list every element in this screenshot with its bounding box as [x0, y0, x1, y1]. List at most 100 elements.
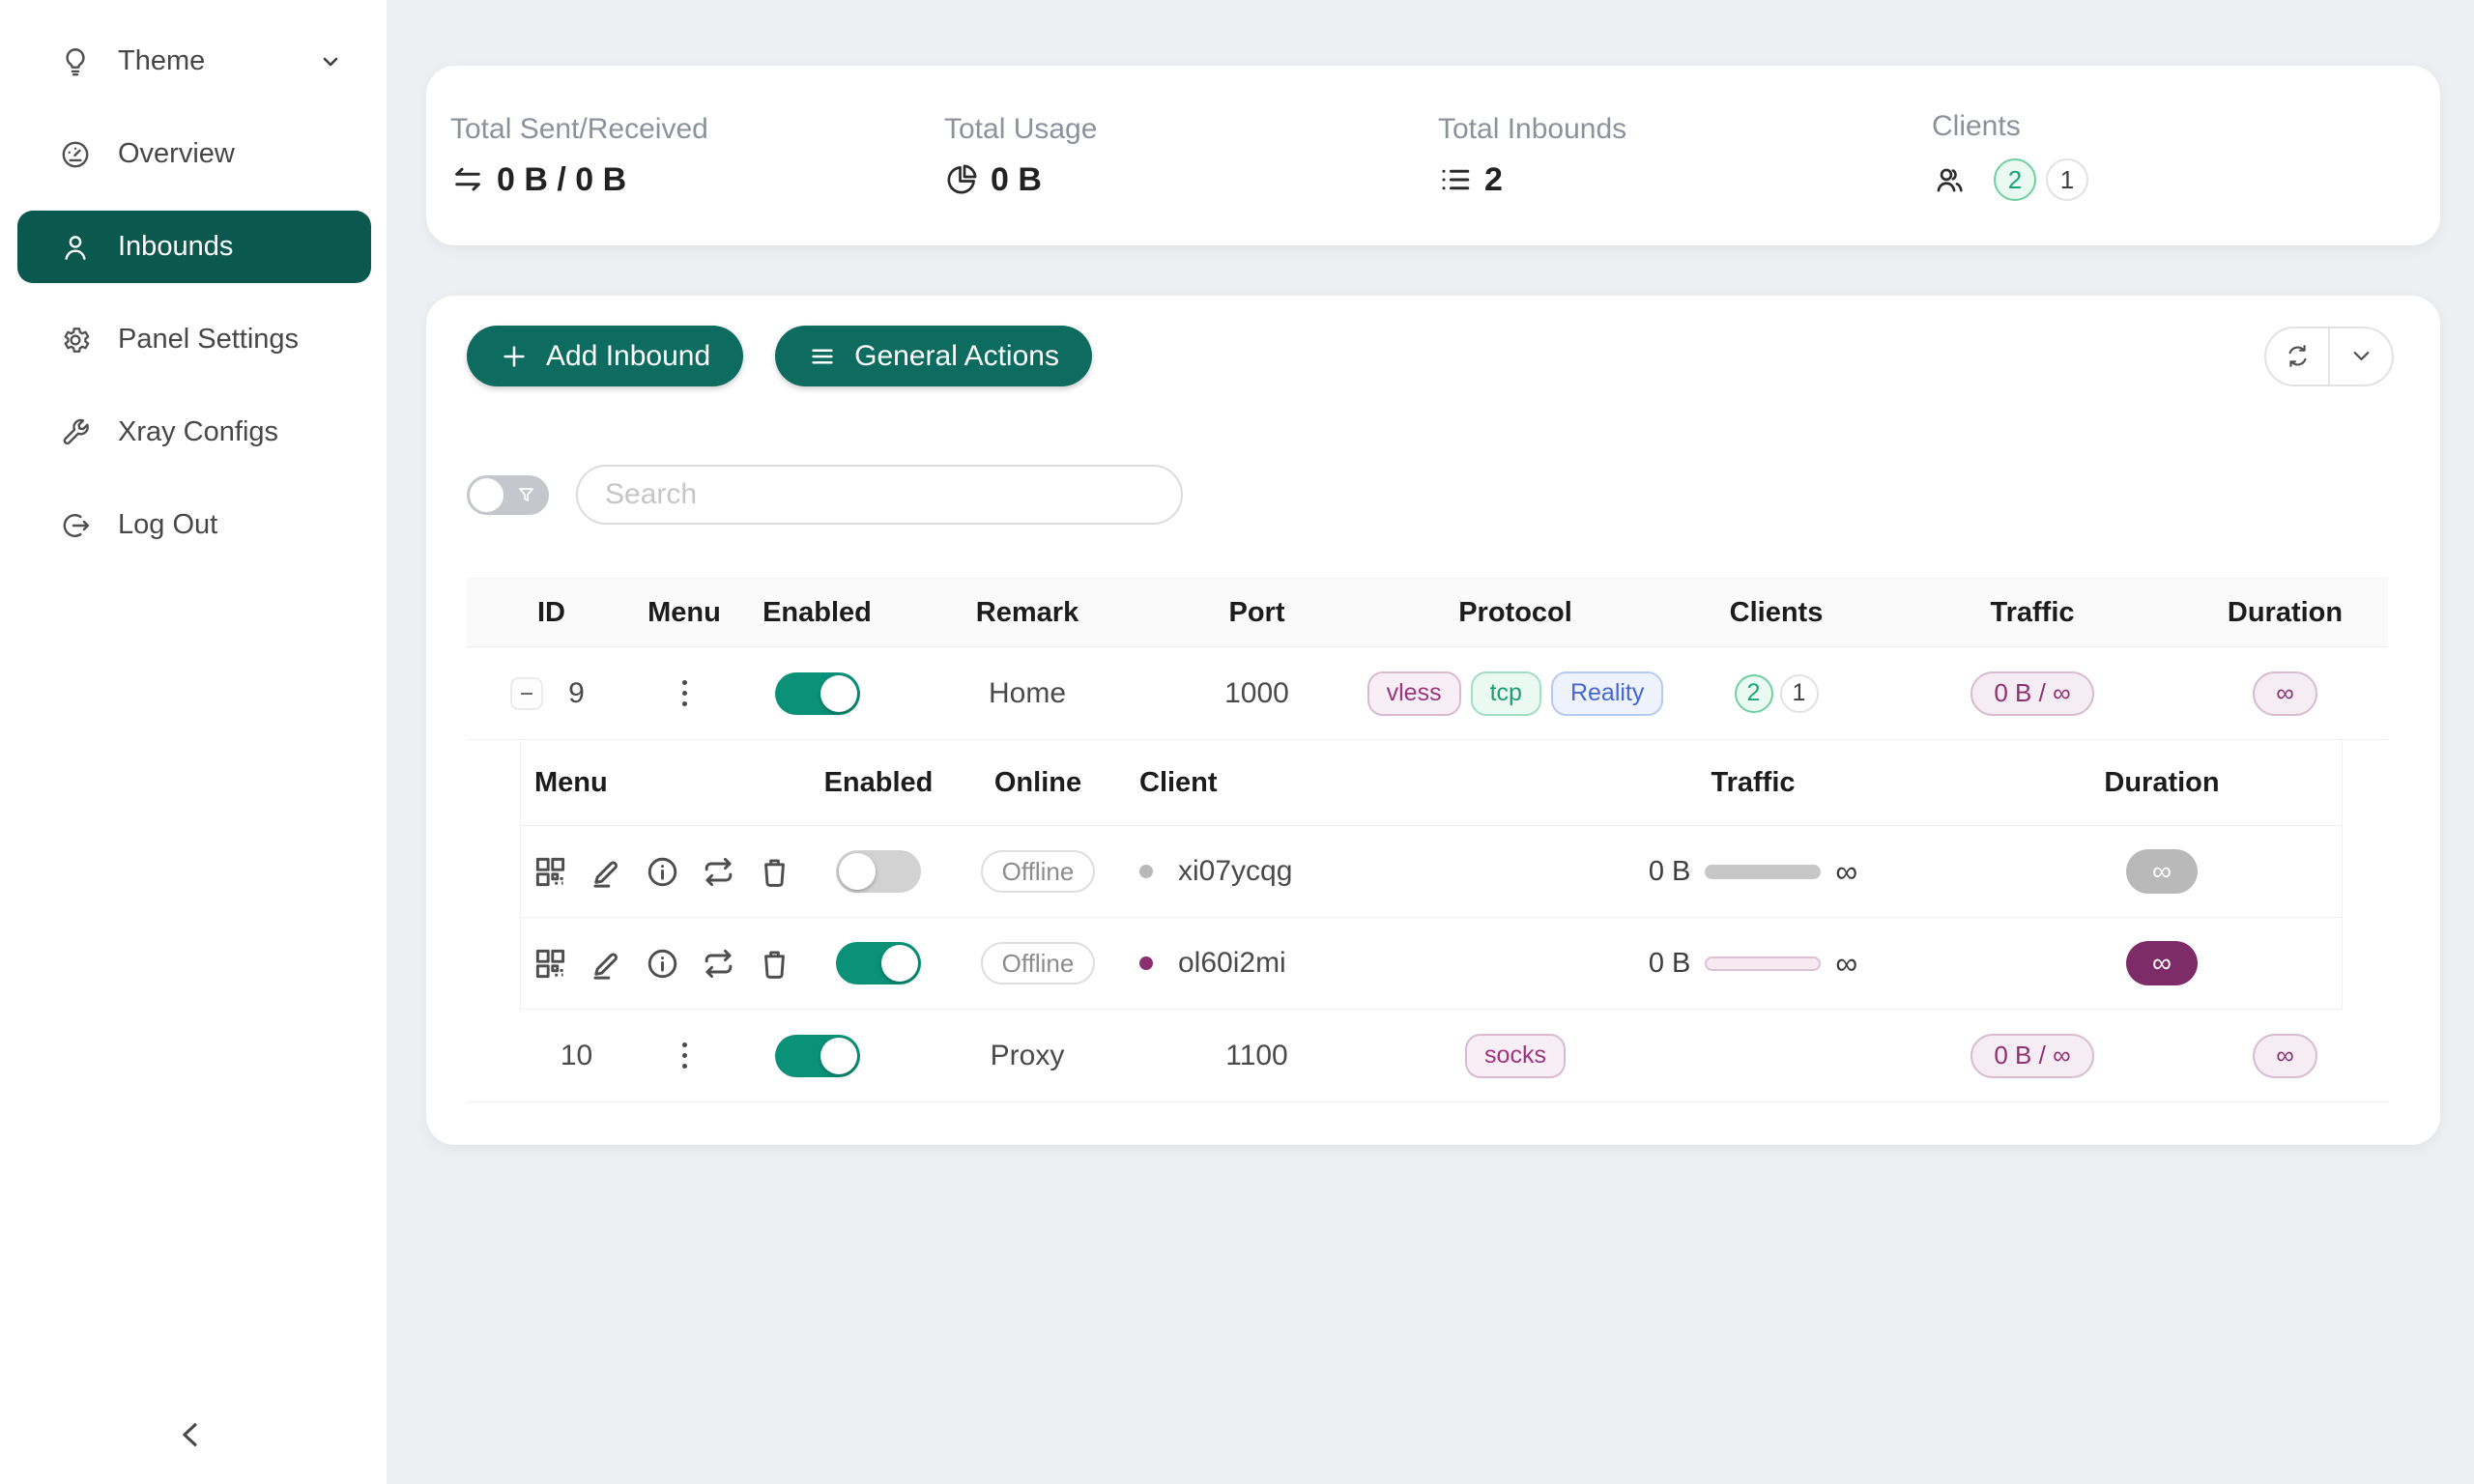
col-header-duration: Duration — [2182, 597, 2388, 629]
sidebar-item-theme[interactable]: Theme — [17, 25, 371, 98]
inbound-row-9: 9 Home 1000 vless tcp Reality 2 1 0 B / … — [467, 647, 2388, 740]
add-inbound-label: Add Inbound — [546, 340, 710, 373]
edit-icon[interactable] — [589, 854, 624, 890]
col-header-menu: Menu — [636, 597, 733, 629]
sidebar-menu: Theme Overview Inbounds — [0, 0, 387, 561]
client-table-header: Menu Enabled Online Client Traffic Durat… — [521, 740, 2342, 826]
general-actions-button[interactable]: General Actions — [775, 326, 1092, 386]
row-clients-gray-badge: 1 — [1780, 674, 1819, 713]
traffic-progress-bar — [1705, 865, 1821, 879]
inbounds-toolbar: Add Inbound General Actions — [467, 326, 2394, 386]
sidebar-item-label: Xray Configs — [118, 416, 278, 448]
sidebar-item-label: Overview — [118, 138, 235, 170]
inbound-port: 1000 — [1153, 677, 1361, 710]
stat-clients: Clients 2 1 — [1932, 66, 2426, 245]
filter-toggle[interactable] — [467, 475, 549, 515]
subcol-header-online: Online — [956, 767, 1120, 799]
chevron-down-icon — [2348, 343, 2374, 369]
enabled-toggle[interactable] — [775, 672, 860, 715]
collapse-row-button[interactable] — [510, 677, 543, 710]
chevron-down-icon — [319, 50, 342, 73]
protocol-tag-tcp: tcp — [1471, 671, 1541, 716]
subcol-header-menu: Menu — [521, 767, 801, 799]
funnel-icon — [516, 485, 536, 505]
client-duration-pill[interactable]: ∞ — [2126, 849, 2198, 894]
refresh-split-button — [2264, 327, 2394, 386]
client-row-xi07ycqg: Offline xi07ycqg 0 B ∞ ∞ — [521, 826, 2342, 918]
qr-code-icon[interactable] — [532, 854, 568, 890]
plus-icon — [500, 342, 529, 371]
dashboard-icon — [59, 138, 92, 171]
info-icon[interactable] — [645, 946, 680, 982]
protocol-tag-reality: Reality — [1551, 671, 1663, 716]
client-row-ol60i2mi: Offline ol60i2mi 0 B ∞ ∞ — [521, 918, 2342, 1010]
table-header-row: ID Menu Enabled Remark Port Protocol Cli… — [467, 578, 2388, 647]
delete-icon[interactable] — [757, 946, 792, 982]
col-header-protocol: Protocol — [1361, 597, 1670, 629]
row-clients-green-badge: 2 — [1735, 674, 1773, 713]
sidebar-item-xray-configs[interactable]: Xray Configs — [17, 396, 371, 469]
sidebar-item-label: Inbounds — [118, 231, 233, 263]
inbound-id: 10 — [561, 1040, 593, 1072]
subcol-header-traffic: Traffic — [1526, 767, 1980, 799]
refresh-button[interactable] — [2266, 328, 2328, 385]
hamburger-icon — [808, 342, 837, 371]
reset-traffic-icon[interactable] — [701, 854, 736, 890]
subcol-header-client: Client — [1120, 767, 1526, 799]
inbound-remark: Proxy — [902, 1040, 1153, 1072]
traffic-pill[interactable]: 0 B / ∞ — [1971, 671, 2093, 716]
stats-card: Total Sent/Received 0 B / 0 B Total Usag… — [426, 66, 2440, 245]
delete-icon[interactable] — [757, 854, 792, 890]
edit-icon[interactable] — [589, 946, 624, 982]
stat-total-inbounds: Total Inbounds 2 — [1438, 66, 1932, 245]
user-icon — [59, 231, 92, 264]
traffic-pill[interactable]: 0 B / ∞ — [1971, 1034, 2093, 1078]
row-menu-button[interactable] — [676, 1037, 693, 1074]
sidebar-collapse-button[interactable] — [173, 1416, 210, 1453]
inbound-id: 9 — [561, 677, 593, 710]
sidebar-item-log-out[interactable]: Log Out — [17, 489, 371, 561]
online-status-badge: Offline — [981, 850, 1096, 893]
client-status-dot — [1139, 956, 1153, 970]
stat-total-sent-received: Total Sent/Received 0 B / 0 B — [450, 66, 944, 245]
client-enabled-toggle[interactable] — [836, 850, 921, 893]
client-duration-pill[interactable]: ∞ — [2126, 941, 2198, 985]
search-input[interactable] — [576, 465, 1183, 525]
col-header-remark: Remark — [902, 597, 1153, 629]
toolbar-dropdown-button[interactable] — [2328, 328, 2392, 385]
client-name: ol60i2mi — [1178, 947, 1286, 980]
col-header-clients: Clients — [1670, 597, 1883, 629]
info-icon[interactable] — [645, 854, 680, 890]
sidebar-item-inbounds[interactable]: Inbounds — [17, 211, 371, 283]
transfer-icon — [450, 162, 485, 197]
online-status-badge: Offline — [981, 942, 1096, 985]
sidebar: Theme Overview Inbounds — [0, 0, 387, 1484]
general-actions-label: General Actions — [854, 340, 1059, 373]
lightbulb-icon — [59, 45, 92, 78]
duration-pill[interactable]: ∞ — [2253, 671, 2317, 716]
enabled-toggle[interactable] — [775, 1035, 860, 1077]
gear-icon — [59, 324, 92, 357]
client-traffic-used: 0 B — [1649, 948, 1691, 980]
wrench-icon — [59, 416, 92, 449]
sidebar-item-label: Log Out — [118, 509, 217, 541]
stat-value: 0 B / 0 B — [497, 161, 626, 199]
sidebar-item-overview[interactable]: Overview — [17, 118, 371, 190]
inbounds-card: Add Inbound General Actions — [426, 296, 2440, 1145]
col-header-id: ID — [467, 597, 636, 629]
sidebar-item-label: Theme — [118, 45, 205, 77]
sidebar-item-panel-settings[interactable]: Panel Settings — [17, 303, 371, 376]
reset-traffic-icon[interactable] — [701, 946, 736, 982]
client-name: xi07ycqg — [1178, 855, 1292, 888]
list-icon — [1438, 162, 1473, 197]
client-enabled-toggle[interactable] — [836, 942, 921, 985]
qr-code-icon[interactable] — [532, 946, 568, 982]
add-inbound-button[interactable]: Add Inbound — [467, 326, 743, 386]
duration-pill[interactable]: ∞ — [2253, 1034, 2317, 1078]
row-menu-button[interactable] — [676, 674, 693, 712]
col-header-port: Port — [1153, 597, 1361, 629]
stat-value: 2 — [1484, 161, 1503, 199]
client-traffic-limit: ∞ — [1835, 854, 1857, 890]
logout-icon — [59, 509, 92, 542]
inbound-row-10: 10 Proxy 1100 socks 0 B / ∞ ∞ — [467, 1010, 2388, 1102]
